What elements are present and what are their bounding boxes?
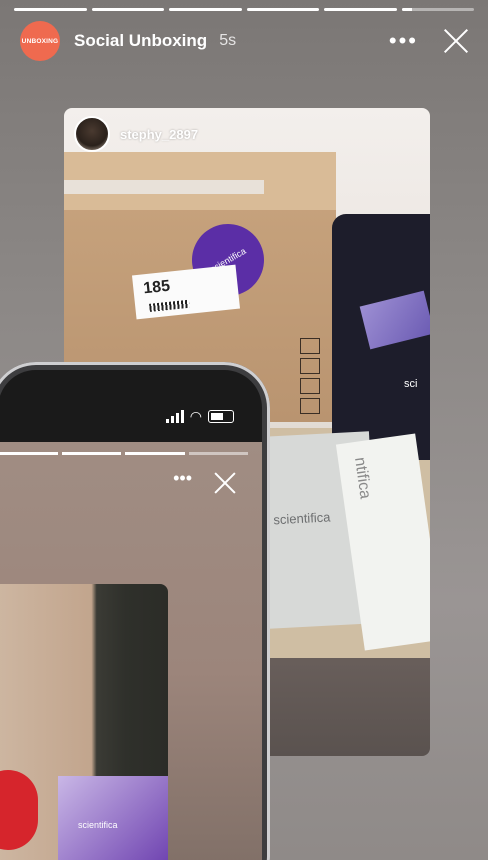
close-icon[interactable] <box>442 27 470 55</box>
inner-close-icon[interactable] <box>214 472 236 494</box>
barcode <box>149 299 190 312</box>
inner-more-options-icon[interactable]: ••• <box>173 468 192 489</box>
product-pack: scientifica <box>58 776 168 860</box>
avatar-text: UNBOXING <box>21 37 59 45</box>
progress-segment <box>14 8 87 11</box>
progress-segment <box>324 8 397 11</box>
pack-text: scientifica <box>78 820 118 830</box>
progress-segment <box>401 8 474 11</box>
bag-text: sci <box>404 378 418 390</box>
account-avatar[interactable]: UNBOXING <box>20 21 60 61</box>
account-name[interactable]: Social Unboxing <box>74 31 207 51</box>
wifi-icon: ◠ <box>189 408 202 424</box>
inner-story-progress <box>0 452 248 455</box>
progress-segment <box>91 8 164 11</box>
story-header: UNBOXING Social Unboxing 5s ••• <box>20 20 470 62</box>
repost-avatar[interactable] <box>74 116 110 152</box>
phone-screen: ◠ ••• scientifica <box>0 370 262 860</box>
signal-icon <box>165 410 184 423</box>
progress-segment <box>169 8 242 11</box>
shipping-label: 185 <box>131 264 241 320</box>
inner-story: ••• scientifica <box>0 442 262 860</box>
booklet-text: scientifica <box>273 509 331 528</box>
label-number: 185 <box>142 277 171 298</box>
progress-segment <box>246 8 319 11</box>
story-progress <box>14 8 474 11</box>
story-time: 5s <box>219 32 237 49</box>
repost-header: stephy_2897 <box>74 116 198 152</box>
box-tape <box>64 180 264 194</box>
more-options-icon[interactable]: ••• <box>389 30 418 52</box>
story-viewer: UNBOXING Social Unboxing 5s ••• stephy_2… <box>0 0 488 860</box>
handling-icons <box>300 338 322 418</box>
status-bar: ◠ <box>165 408 234 425</box>
battery-icon <box>208 410 234 423</box>
paper-text: ntifica <box>351 456 374 501</box>
repost-username[interactable]: stephy_2897 <box>120 127 198 142</box>
phone-overlay: ◠ ••• scientifica <box>0 362 270 860</box>
